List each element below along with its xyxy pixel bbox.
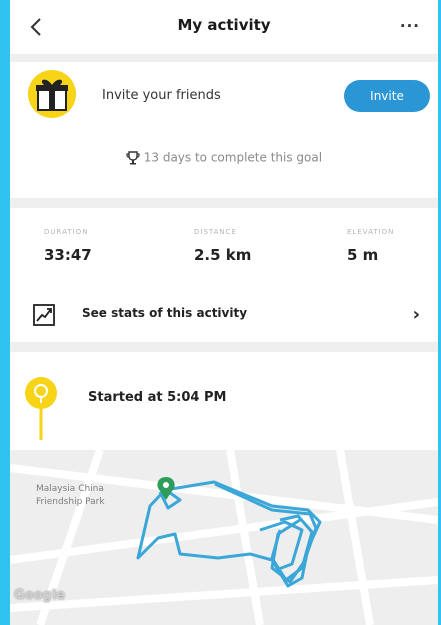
chart-icon bbox=[33, 304, 55, 326]
stat-elevation: ELEVATION 5 m bbox=[347, 228, 394, 264]
invite-text: Invite your friends bbox=[102, 88, 221, 103]
goal-text-row: 13 days to complete this goal bbox=[10, 150, 438, 165]
map-place-label: Malaysia China Friendship Park bbox=[36, 484, 105, 507]
google-logo: Google bbox=[14, 588, 66, 603]
route-map[interactable]: Malaysia China Friendship Park Google bbox=[10, 450, 438, 625]
stat-label: DISTANCE bbox=[194, 228, 237, 236]
app-header: My activity ··· bbox=[10, 0, 438, 54]
more-icon[interactable]: ··· bbox=[400, 17, 420, 35]
stat-distance: DISTANCE 2.5 km bbox=[194, 228, 251, 264]
start-row: Started at 5:04 PM bbox=[10, 370, 438, 440]
stat-label: ELEVATION bbox=[347, 228, 395, 236]
divider bbox=[10, 54, 438, 62]
phone-screen: My activity ··· Invite your friends Invi… bbox=[10, 0, 438, 625]
divider bbox=[10, 342, 438, 352]
goal-text: 13 days to complete this goal bbox=[143, 150, 323, 165]
start-time-text: Started at 5:04 PM bbox=[88, 390, 227, 405]
page-title: My activity bbox=[177, 16, 271, 34]
location-pin-icon bbox=[25, 377, 57, 440]
see-stats-link[interactable]: See stats of this activity › bbox=[10, 296, 438, 336]
chevron-right-icon: › bbox=[412, 304, 420, 325]
stat-value: 5 m bbox=[347, 246, 379, 264]
trophy-icon bbox=[126, 150, 140, 164]
invite-button[interactable]: Invite bbox=[344, 80, 430, 112]
stat-duration: DURATION 33:47 bbox=[44, 228, 92, 264]
gift-icon bbox=[28, 70, 76, 118]
invite-row: Invite your friends Invite bbox=[10, 62, 438, 136]
stat-value: 33:47 bbox=[44, 246, 92, 264]
divider bbox=[10, 198, 438, 208]
stat-value: 2.5 km bbox=[194, 246, 252, 264]
stat-label: DURATION bbox=[44, 228, 89, 236]
see-stats-label: See stats of this activity bbox=[82, 306, 248, 320]
map-canvas bbox=[10, 450, 438, 625]
